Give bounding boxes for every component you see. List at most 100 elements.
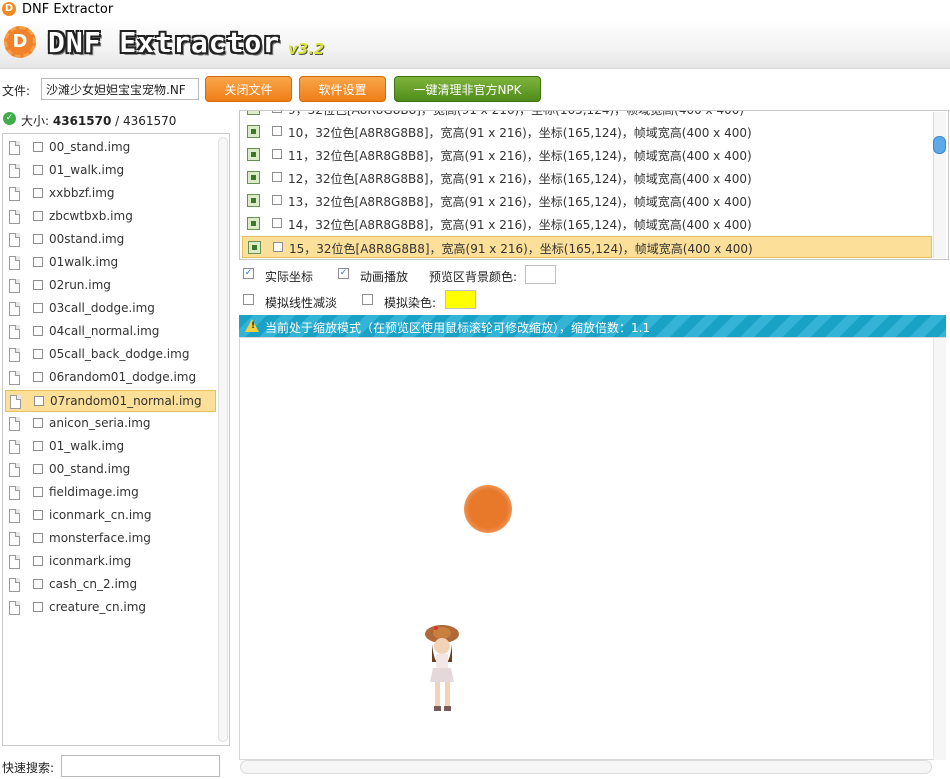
close-file-button[interactable]: 关闭文件 [205, 76, 292, 102]
file-name: 00_stand.img [49, 140, 131, 154]
actual-coords-label: 实际坐标 [265, 270, 314, 284]
file-checkbox[interactable] [34, 396, 44, 406]
file-checkbox[interactable] [33, 602, 43, 612]
frame-checkbox[interactable] [272, 111, 282, 113]
animation-play-label: 动画播放 [360, 270, 409, 284]
file-name: monsterface.img [49, 531, 151, 545]
file-name: iconmark.img [49, 554, 132, 568]
search-input[interactable] [61, 755, 220, 777]
preview-bg-color-swatch[interactable] [525, 265, 556, 284]
file-icon [9, 440, 20, 454]
file-list-item[interactable]: 04call_normal.img [5, 321, 216, 343]
file-list-item[interactable]: 06random01_dodge.img [5, 367, 216, 389]
file-icon [9, 279, 20, 293]
file-checkbox[interactable] [33, 372, 43, 382]
frame-checkbox[interactable] [272, 218, 282, 228]
file-list-item[interactable]: 00_stand.img [5, 459, 216, 481]
file-list-item[interactable]: iconmark.img [5, 551, 216, 573]
frame-list-item[interactable]: 13，32位色[A8R8G8B8]，宽高(91 x 216)，坐标(165,12… [242, 190, 932, 212]
file-list-item[interactable]: 00_stand.img [5, 137, 216, 159]
file-checkbox[interactable] [33, 257, 43, 267]
frame-checkbox[interactable] [272, 172, 282, 182]
file-checkbox[interactable] [33, 487, 43, 497]
file-list-item[interactable]: 01_walk.img [5, 436, 216, 458]
file-checkbox[interactable] [33, 579, 43, 589]
file-list-item[interactable]: 05call_back_dodge.img [5, 344, 216, 366]
frame-list-item[interactable]: 9，32位色[A8R8G8B8]，宽高(91 x 216)，坐标(165,124… [242, 111, 932, 120]
tint-color-swatch[interactable] [445, 290, 476, 309]
tint-checkbox[interactable] [362, 294, 373, 305]
file-icon [9, 578, 20, 592]
clean-npk-button[interactable]: 一键清理非官方NPK [394, 76, 541, 102]
file-list-item[interactable]: cash_cn_2.img [5, 574, 216, 596]
file-checkbox[interactable] [33, 142, 43, 152]
frame-list-item[interactable]: 10，32位色[A8R8G8B8]，宽高(91 x 216)，坐标(165,12… [242, 121, 932, 143]
frame-checkbox[interactable] [273, 242, 283, 252]
file-path-field[interactable]: 沙滩少女妲妲宝宝宠物.NF [41, 78, 199, 100]
preview-horizontal-scrollbar[interactable] [240, 760, 932, 774]
frame-list-item[interactable]: 15，32位色[A8R8G8B8]，宽高(91 x 216)，坐标(165,12… [242, 236, 932, 258]
file-list-item[interactable]: 07random01_normal.img [5, 390, 216, 412]
linear-fade-label: 模拟线性减淡 [265, 296, 338, 310]
frame-list-item[interactable]: 12，32位色[A8R8G8B8]，宽高(91 x 216)，坐标(165,12… [242, 167, 932, 189]
file-list-item[interactable]: xxbbzf.img [5, 183, 216, 205]
preview-vertical-scrollbar[interactable] [933, 338, 946, 760]
file-list-item[interactable]: creature_cn.img [5, 597, 216, 619]
file-checkbox[interactable] [33, 510, 43, 520]
file-checkbox[interactable] [33, 303, 43, 313]
file-list-item[interactable]: 01walk.img [5, 252, 216, 274]
file-checkbox[interactable] [33, 234, 43, 244]
frame-list[interactable]: 9，32位色[A8R8G8B8]，宽高(91 x 216)，坐标(165,124… [239, 110, 949, 260]
file-checkbox[interactable] [33, 211, 43, 221]
file-icon [9, 164, 20, 178]
size-total: 4361570 [123, 114, 177, 128]
size-info: 大小: 4361570 / 4361570 [21, 112, 176, 129]
banner-title: DNF Extractor [48, 26, 281, 59]
file-list-item[interactable]: iconmark_cn.img [5, 505, 216, 527]
frame-list-scrollbar[interactable] [933, 112, 946, 258]
size-value: 4361570 [52, 114, 112, 128]
file-checkbox[interactable] [33, 280, 43, 290]
banner-version: v3.2 [288, 40, 325, 58]
frame-list-item[interactable]: 14，32位色[A8R8G8B8]，宽高(91 x 216)，坐标(165,12… [242, 213, 932, 235]
file-list-item[interactable]: anicon_seria.img [5, 413, 216, 435]
file-checkbox[interactable] [33, 188, 43, 198]
file-list-item[interactable]: monsterface.img [5, 528, 216, 550]
file-list-item[interactable]: 03call_dodge.img [5, 298, 216, 320]
file-list-item[interactable]: 00stand.img [5, 229, 216, 251]
file-list-scrollbar[interactable] [218, 137, 228, 742]
settings-button[interactable]: 软件设置 [299, 76, 386, 102]
frame-info: 13，32位色[A8R8G8B8]，宽高(91 x 216)，坐标(165,12… [288, 195, 752, 209]
frame-checkbox[interactable] [272, 126, 282, 136]
actual-coords-checkbox[interactable]: ✓ [243, 268, 254, 279]
file-checkbox[interactable] [33, 556, 43, 566]
file-icon [9, 509, 20, 523]
animation-play-checkbox[interactable]: ✓ [338, 268, 349, 279]
size-label: 大小: [21, 114, 50, 128]
frame-list-scroll-thumb[interactable] [933, 136, 946, 154]
file-icon [9, 463, 20, 477]
file-icon [10, 395, 21, 409]
file-list-item[interactable]: fieldimage.img [5, 482, 216, 504]
preview-bg-color-label: 预览区背景颜色: [429, 270, 518, 284]
file-list[interactable]: 00_stand.img 01_walk.img xxbbzf.img zbcwtbx… [2, 133, 230, 746]
image-frame-icon [247, 217, 260, 230]
file-list-item[interactable]: zbcwtbxb.img [5, 206, 216, 228]
file-checkbox[interactable] [33, 464, 43, 474]
frame-checkbox[interactable] [272, 195, 282, 205]
preview-canvas[interactable] [239, 337, 946, 760]
file-checkbox[interactable] [33, 418, 43, 428]
file-list-item[interactable]: 01_walk.img [5, 160, 216, 182]
linear-fade-checkbox[interactable] [243, 294, 254, 305]
file-name: 05call_back_dodge.img [49, 347, 190, 361]
file-checkbox[interactable] [33, 533, 43, 543]
size-separator: / [111, 114, 123, 128]
file-checkbox[interactable] [33, 349, 43, 359]
frame-checkbox[interactable] [272, 149, 282, 159]
file-checkbox[interactable] [33, 326, 43, 336]
file-checkbox[interactable] [33, 441, 43, 451]
file-checkbox[interactable] [33, 165, 43, 175]
frame-info: 11，32位色[A8R8G8B8]，宽高(91 x 216)，坐标(165,12… [288, 149, 752, 163]
file-list-item[interactable]: 02run.img [5, 275, 216, 297]
frame-list-item[interactable]: 11，32位色[A8R8G8B8]，宽高(91 x 216)，坐标(165,12… [242, 144, 932, 166]
